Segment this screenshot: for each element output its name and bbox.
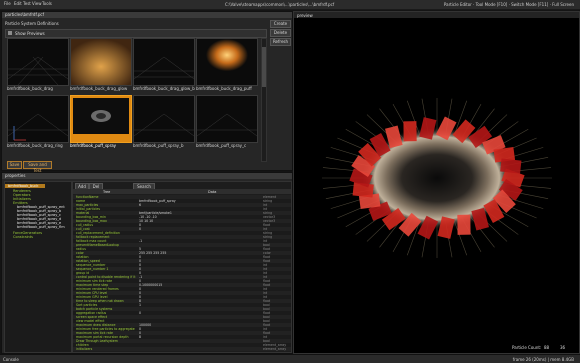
particle-browser-panel: particles\bmfrdf.pcf Particle System Def… [1, 11, 293, 173]
attribute-row[interactable]: initializers element_array [73, 347, 291, 351]
tree-column-header: Tree [103, 189, 111, 194]
thumbnail-2[interactable] [70, 38, 132, 86]
browser-scrollbar-thumb[interactable] [262, 47, 266, 87]
thumbnail-label-6: bmfrdfbook_puff_spray [70, 143, 117, 148]
thumbnail-label-2: bmfrdfbook_buck_drag_glow [70, 86, 128, 91]
create-button[interactable]: Create [270, 20, 291, 28]
menu-file[interactable]: File [4, 1, 11, 6]
attribute-grid: Add Del Search Tree Data functionName ele… [72, 181, 292, 353]
console-tab[interactable]: Console [3, 357, 19, 362]
thumbnail-6-selected[interactable] [70, 95, 132, 143]
browser-subheader: Particle System Definitions [5, 21, 59, 26]
thumbnail-8[interactable] [196, 95, 258, 143]
particle-ring-render [322, 98, 552, 258]
properties-header: properties [2, 173, 292, 179]
attribute-type: element_array [263, 347, 287, 351]
viewport-header: preview [294, 12, 579, 18]
thumbnail-4[interactable] [196, 38, 258, 86]
burst-preview-icon [197, 39, 257, 85]
menu-tools[interactable]: Tools [42, 1, 52, 6]
browser-header: particles\bmfrdf.pcf [2, 12, 292, 18]
properties-panel: properties bmfrdfbook_buck Renderers Ope… [1, 172, 293, 354]
grid-preview-icon [197, 96, 257, 142]
attribute-name: initializers [76, 347, 93, 351]
refresh-button[interactable]: Refresh [270, 38, 291, 46]
performance-status: frame 26 (20ms) | mem 8.4GB [512, 357, 574, 362]
browser-scrollbar[interactable] [261, 38, 267, 162]
save-and-test-button[interactable]: Save and Test [23, 161, 52, 173]
tree-item[interactable]: bmfrdfbook_puff_spray_flm [17, 225, 65, 229]
tool-mode-status: Particle Editor · Tool Mode [F10] · Swit… [443, 2, 574, 7]
menu-edit[interactable]: Edit [14, 1, 22, 6]
thumbnail-label-3: bmfrdfbook_buck_drag_glow_b [133, 86, 195, 91]
thumbnail-label-1: bmfrdfbook_buck_drag [7, 86, 53, 91]
grid-header: Tree Data [73, 189, 291, 194]
thumbnail-3[interactable] [133, 38, 195, 86]
thumbnail-7[interactable] [133, 95, 195, 143]
particle-secondary-value: 36 [560, 345, 566, 350]
show-previews-checkbox[interactable] [8, 31, 12, 35]
tree-item[interactable]: Constraints [13, 235, 33, 239]
thumbnail-label-5: bmfrdfbook_buck_drag_ring [7, 143, 63, 148]
menu-test[interactable]: Test [23, 1, 31, 6]
particle-count-value: 88 [544, 345, 550, 350]
save-button[interactable]: Save [7, 161, 22, 169]
show-previews-bar: Show Previews [5, 29, 267, 38]
preview-viewport[interactable]: preview Particle Count: 88 36 [293, 11, 580, 354]
grid-preview-icon [8, 96, 68, 142]
red-particle-tile [457, 214, 471, 235]
grid-preview-icon [134, 96, 194, 142]
red-particle-tile [500, 158, 522, 174]
thumbnail-5[interactable] [7, 95, 69, 143]
show-previews-label: Show Previews [15, 31, 45, 36]
window-title: C:\Valve\steamapps\common\...\particles\… [225, 2, 335, 7]
tree-item-root[interactable]: bmfrdfbook_buck [8, 184, 38, 188]
smoke-ring-preview-icon [73, 98, 129, 134]
red-particle-tile [403, 121, 417, 142]
data-column-header: Data [208, 189, 217, 194]
thumbnail-label-8: bmfrdfbook_puff_spray_c [196, 143, 247, 148]
thumbnail-label-7: bmfrdfbook_puff_spray_b [133, 143, 184, 148]
menu-view[interactable]: View [32, 1, 42, 6]
grid-preview-icon [8, 39, 68, 85]
viewport-title: preview [297, 13, 313, 18]
thumbnail-label-4: bmfrdfbook_buck_drag_puff [196, 86, 252, 91]
menu-bar: File Edit Test View Tools C:\Valve\steam… [0, 0, 580, 10]
grid-preview-icon [134, 39, 194, 85]
thumbnail-1[interactable] [7, 38, 69, 86]
element-tree: bmfrdfbook_buck Renderers Operators Init… [4, 181, 72, 353]
delete-button[interactable]: Delete [270, 29, 291, 37]
particle-count-label: Particle Count: [512, 345, 542, 350]
glow-preview-icon [71, 39, 131, 85]
